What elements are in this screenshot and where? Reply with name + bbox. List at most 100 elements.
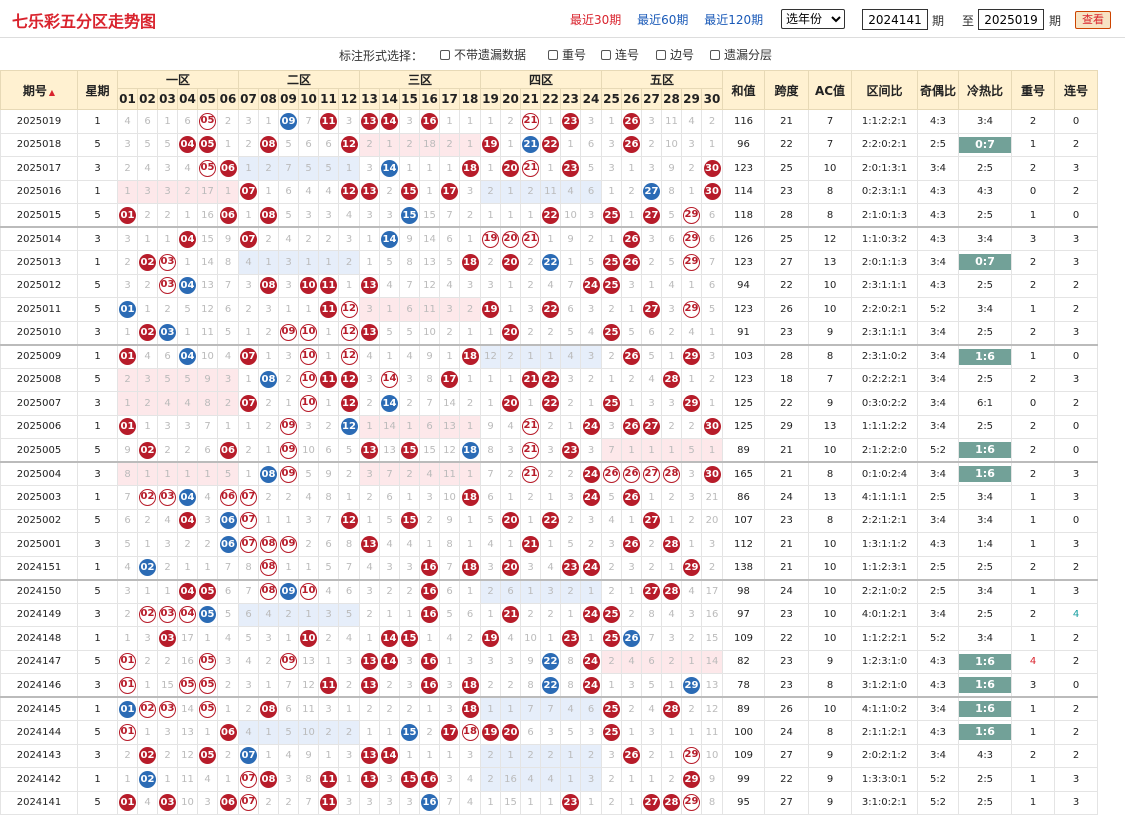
omission-cell: 1 (338, 696, 360, 721)
omission-cell: 3 (439, 673, 460, 698)
omission-cell: 1 (540, 626, 561, 651)
year-select[interactable]: 选年份 (781, 9, 845, 29)
hit-cell: 04 (177, 343, 198, 369)
omission-cell: 2 (621, 696, 642, 721)
omission-cell: 2 (278, 367, 299, 392)
to-period-input[interactable] (978, 9, 1044, 30)
ball-icon: 04 (179, 277, 196, 295)
stat-cell: 3:4 (917, 343, 959, 369)
stat-cell: 2 (1011, 367, 1055, 392)
ball-icon: 02 (139, 488, 156, 506)
option-edge[interactable]: 边号 (656, 46, 694, 63)
hit-cell: 20 (500, 720, 521, 745)
stat-cell: 126 (722, 226, 765, 251)
recent-30-link[interactable]: 最近30期 (570, 13, 621, 27)
ball-icon: 14 (381, 394, 398, 412)
stat-cell: 22 (764, 626, 809, 651)
checkbox-icon[interactable] (601, 49, 611, 60)
stat-cell: 5:2 (917, 626, 959, 651)
hit-cell: 04 (177, 485, 198, 510)
hit-cell: 19 (480, 132, 501, 157)
stat-cell: 2:0:1:1:3 (851, 250, 918, 275)
ball-icon: 05 (199, 700, 216, 718)
omission-cell: 4 (238, 250, 259, 275)
omission-cell: 8 (399, 250, 420, 275)
hit-cell: 15 (399, 720, 420, 745)
stat-cell: 2:5 (917, 578, 959, 604)
table-row: 2024142 1 1 02 1 11 4 1 07 08 3 8 11 1 13 3 15 16 3 4 2 16 4 4 1… (0, 767, 1098, 792)
option-no-omission[interactable]: 不带遗漏数据 (440, 46, 526, 63)
omission-cell: 2 (258, 391, 279, 416)
stat-cell: 0 (1054, 438, 1098, 463)
hit-cell: 08 (258, 578, 279, 604)
ball-icon: 11 (320, 112, 337, 130)
ball-icon: 16 (421, 794, 438, 812)
ball-icon: 12 (340, 348, 358, 365)
omission-cell: 14 (379, 414, 400, 439)
recent-60-link[interactable]: 最近60期 (637, 13, 688, 27)
omission-cell: 6 (338, 578, 360, 604)
stat-cell: 10 (808, 602, 852, 627)
stat-cell: 2 (1011, 156, 1055, 181)
ball-icon: 20 (502, 559, 519, 576)
ball-icon: 03 (159, 253, 176, 271)
omission-cell: 7 (520, 696, 541, 721)
omission-cell: 9 (318, 461, 339, 486)
omission-cell: 1 (500, 179, 521, 204)
stat-cell: 2:5 (958, 555, 1012, 580)
checkbox-icon[interactable] (440, 49, 450, 60)
omission-cell: 2 (359, 391, 380, 416)
hit-cell: 07 (238, 391, 259, 416)
omission-cell: 1 (399, 602, 420, 627)
hit-cell: 09 (278, 320, 299, 345)
option-consecutive[interactable]: 连号 (601, 46, 639, 63)
query-button[interactable]: 查看 (1075, 11, 1111, 29)
option-layer[interactable]: 遗漏分层 (710, 46, 772, 63)
omission-cell: 6 (419, 414, 440, 439)
checkbox-icon[interactable] (548, 49, 558, 60)
option-repeat[interactable]: 重号 (548, 46, 586, 63)
stat-cell: 4:3 (917, 226, 959, 251)
number-header: 07 (238, 88, 259, 110)
omission-cell: 3 (480, 649, 501, 674)
checkbox-icon[interactable] (710, 49, 720, 60)
from-period-input[interactable] (862, 9, 928, 30)
omission-cell: 3 (338, 226, 360, 251)
recent-120-link[interactable]: 最近120期 (704, 13, 763, 27)
hit-cell: 16 (419, 109, 440, 134)
omission-cell: 1 (359, 250, 380, 275)
ball-icon: 05 (179, 676, 196, 694)
stat-cell: 27 (764, 790, 809, 815)
omission-cell: 1 (520, 578, 541, 604)
stat-cell: 1:1:2:2:1 (851, 626, 918, 651)
period-cell: 2025017 (0, 156, 78, 181)
omission-cell: 1 (439, 649, 460, 674)
sort-arrow-icon[interactable]: ▲ (49, 88, 55, 97)
checkbox-icon[interactable] (656, 49, 666, 60)
omission-cell: 2 (540, 461, 561, 486)
number-header: 17 (439, 88, 460, 110)
hit-cell: 04 (177, 508, 198, 533)
stat-cell: 138 (722, 555, 765, 580)
table-row: 2025015 5 01 2 2 1 16 06 1 08 5 3 3 4 3 3 15 15 7 2 1 1 1 22 10 3… (0, 203, 1098, 228)
week-cell: 3 (77, 391, 118, 416)
hit-cell: 29 (681, 673, 702, 698)
omission-cell: 3 (379, 203, 400, 228)
omission-cell: 1 (520, 343, 541, 369)
omission-cell: 3 (157, 156, 178, 181)
period-cell: 2025016 (0, 179, 78, 204)
omission-cell: 5 (137, 132, 158, 157)
hit-cell: 12 (338, 343, 360, 369)
omission-cell: 2 (137, 508, 158, 533)
omission-cell: 1 (540, 485, 561, 510)
omission-cell: 2 (621, 179, 642, 204)
omission-cell: 2 (258, 320, 279, 345)
omission-cell: 2 (117, 602, 138, 627)
period-header[interactable]: 期号 ▲ (0, 70, 78, 110)
stat-cell: 0 (1054, 673, 1098, 698)
hit-cell: 01 (117, 414, 138, 439)
omission-cell: 1 (217, 696, 239, 721)
hit-cell: 06 (217, 203, 239, 228)
omission-cell: 1 (137, 461, 158, 486)
ball-icon: 23 (562, 629, 579, 647)
